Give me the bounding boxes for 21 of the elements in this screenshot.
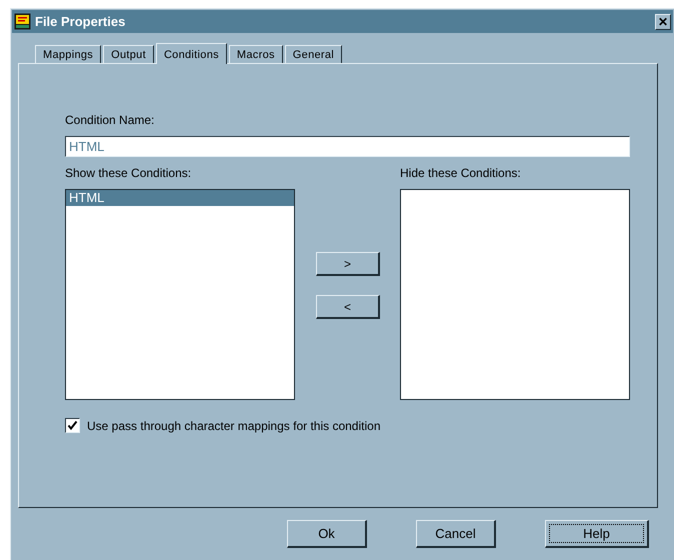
show-conditions-list[interactable]: HTML xyxy=(65,189,295,400)
app-icon xyxy=(14,13,31,30)
tab[interactable]: Mappings xyxy=(35,45,102,63)
tab[interactable]: Macros xyxy=(228,45,283,63)
move-button[interactable]: > xyxy=(316,252,380,276)
dialog-button[interactable]: Help xyxy=(545,520,649,548)
list-label: Hide these Conditions: xyxy=(400,166,522,180)
field-label: Condition Name: xyxy=(65,113,156,127)
close-button[interactable]: ✕ xyxy=(655,14,671,30)
dialog-button[interactable]: Cancel xyxy=(416,520,496,548)
tab[interactable]: General xyxy=(284,45,342,63)
checkbox-label: Use pass through character mappings for this condition xyxy=(87,418,380,432)
window-title: File Properties xyxy=(35,14,126,29)
condition-name-field[interactable]: HTML xyxy=(65,136,630,157)
tab[interactable]: Output xyxy=(103,45,154,63)
tab[interactable]: Conditions xyxy=(156,43,227,64)
checkbox[interactable] xyxy=(65,418,80,433)
dialog-button[interactable]: Ok xyxy=(287,520,367,548)
move-button[interactable]: < xyxy=(316,295,380,319)
list-label: Show these Conditions: xyxy=(65,166,192,180)
list-item[interactable]: HTML xyxy=(66,190,294,206)
